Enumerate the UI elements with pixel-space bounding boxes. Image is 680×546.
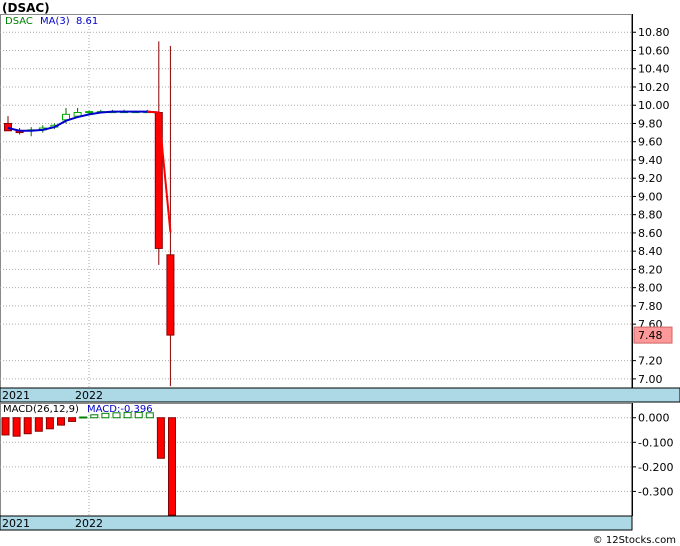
macd-bar — [1, 417, 10, 436]
price-legend-ma: MA(3) — [40, 16, 70, 27]
footer-credit: © 12Stocks.com — [592, 535, 676, 546]
price-tick-label: 8.60 — [638, 227, 663, 240]
macd-bar — [90, 414, 99, 419]
stock-chart: 10.80 10.60 10.40 10.20 10.00 9.80 9.60 9.40 9.2… — [0, 14, 680, 531]
macd-legend-name: MACD(26,12,9) — [3, 404, 79, 415]
price-tick-label: 8.20 — [638, 263, 663, 276]
price-legend-ma-value: 8.61 — [76, 16, 98, 27]
macd-bar — [57, 417, 65, 426]
candle-body — [4, 122, 12, 132]
price-tick-label: 10.60 — [638, 44, 670, 57]
price-tick-label: 7.20 — [638, 355, 663, 368]
macd-tick-label: -0.300 — [638, 485, 673, 498]
price-tick-label: 9.60 — [638, 136, 663, 149]
macd-bar — [34, 417, 43, 432]
macd-legend-value: MACD:-0.396 — [87, 404, 153, 415]
last-price-label: 7.48 — [638, 329, 663, 342]
macd-x-label: 2021 — [2, 517, 30, 530]
price-tick-label: 8.00 — [638, 282, 663, 295]
macd-bar — [12, 417, 21, 437]
price-tick-label: 10.80 — [638, 26, 670, 39]
macd-bar — [156, 417, 165, 459]
macd-bar — [79, 416, 88, 419]
candle-body — [85, 111, 94, 114]
price-pane-frame — [0, 14, 632, 389]
price-tick-label: 9.00 — [638, 190, 663, 203]
macd-tick-label: -0.100 — [638, 436, 673, 449]
price-tick-label: 10.00 — [638, 99, 670, 112]
macd-bar — [68, 417, 77, 422]
price-tick-label: 8.80 — [638, 209, 663, 222]
macd-tick-label: 0.000 — [638, 412, 670, 425]
macd-bar — [45, 417, 54, 430]
price-x-label: 2021 — [2, 389, 30, 402]
price-tick-label: 9.80 — [638, 117, 663, 130]
candle-body — [166, 254, 175, 336]
price-tick-label: 7.80 — [638, 300, 663, 313]
macd-x-label: 2022 — [75, 517, 103, 530]
price-tick-label: 10.40 — [638, 63, 670, 76]
macd-bar — [23, 417, 32, 435]
price-tick-label: 9.20 — [638, 172, 663, 185]
macd-bar — [168, 417, 176, 516]
price-x-label: 2022 — [75, 389, 103, 402]
macd-tick-label: -0.200 — [638, 461, 673, 474]
price-tick-label: 10.20 — [638, 81, 670, 94]
price-tick-label: 7.00 — [638, 373, 663, 386]
macd-pane-frame — [0, 403, 632, 517]
price-legend-ticker: DSAC — [5, 16, 33, 27]
price-tick-label: 9.40 — [638, 154, 663, 167]
price-tick-label: 8.40 — [638, 245, 663, 258]
